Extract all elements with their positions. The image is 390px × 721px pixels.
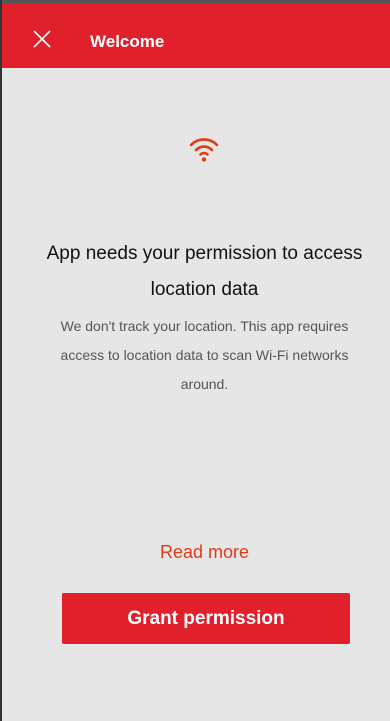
permission-description: We don't track your location. This app r… bbox=[60, 318, 349, 392]
permission-heading: App needs your permission to access loca… bbox=[46, 243, 363, 300]
close-button[interactable] bbox=[28, 25, 56, 53]
wifi-icon bbox=[189, 138, 219, 162]
close-icon bbox=[33, 30, 51, 48]
page-title: Welcome bbox=[90, 32, 165, 51]
app-bar: Welcome bbox=[2, 0, 390, 68]
grant-permission-button[interactable]: Grant permission bbox=[62, 593, 350, 644]
permission-screen: Welcome App needs your permission to acc… bbox=[0, 0, 390, 721]
read-more-link[interactable]: Read more bbox=[102, 540, 307, 564]
